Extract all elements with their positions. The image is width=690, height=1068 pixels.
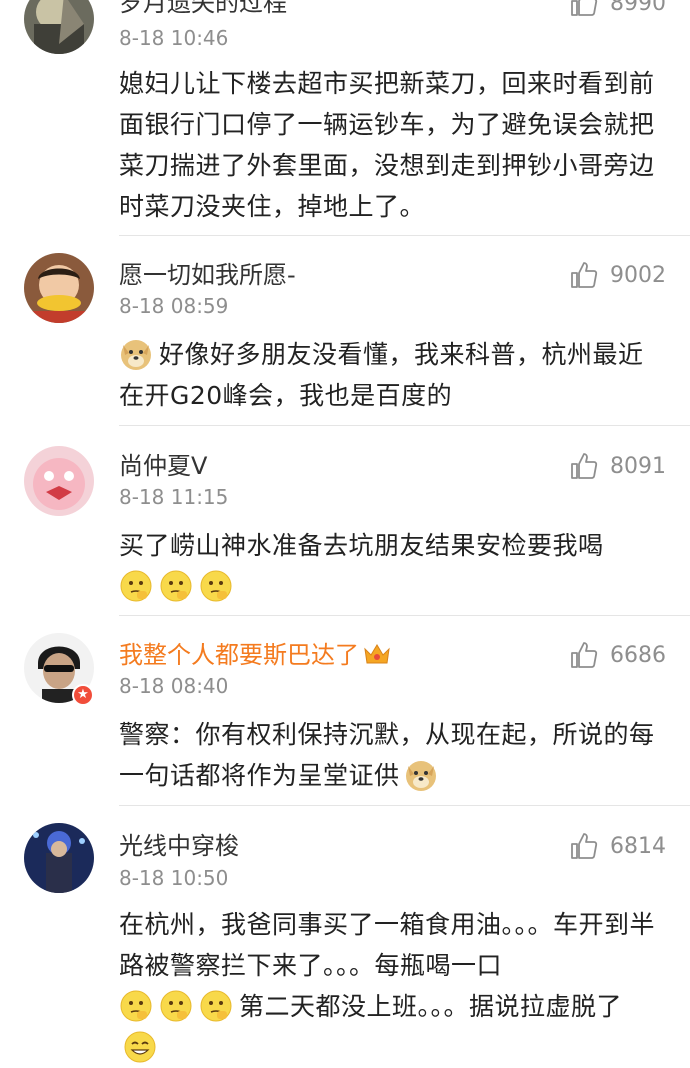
username[interactable]: 光线中穿梭 [119,831,239,861]
comment-item: ★ 我整个人都要斯巴达了 8-18 08:40 6686 警察：你有权利保持沉默… [0,616,690,806]
comment-item: 尚仲夏V 8-18 11:15 8091 买了崂山神水准备去坑朋友结果安检要我喝 [0,426,690,616]
comment-item: 愿一切如我所愿- 8-18 08:59 9002 好像好多朋友没看懂，我来科普，… [0,236,690,426]
timestamp: 8-18 10:50 [119,866,229,890]
comment-text-body-2: 第二天都没上班。。。据说拉虚脱了 [239,992,623,1021]
thinking-emoji [200,570,232,602]
comment-text: 好像好多朋友没看懂，我来科普，杭州最近在开G20峰会，我也是百度的 [119,334,664,416]
like-button[interactable]: 8990 [570,0,666,18]
avatar[interactable] [24,446,94,516]
thinking-emoji [120,990,152,1022]
thumbs-up-icon [571,262,598,288]
avatar[interactable] [24,823,94,893]
vip-badge: ★ [72,684,94,706]
username[interactable]: 尚仲夏V [119,451,207,481]
thinking-emoji [200,990,232,1022]
doge-emoji [405,761,436,791]
like-count: 6814 [610,833,666,859]
comment-text-body: 买了崂山神水准备去坑朋友结果安检要我喝 [119,531,604,560]
comment-item: 岁月遗失的过程 8-18 10:46 8990 媳妇儿让下楼去超市买把新菜刀，回… [0,0,690,236]
username[interactable]: 我整个人都要斯巴达了 [119,640,391,670]
avatar[interactable] [24,0,94,54]
like-count: 9002 [610,262,666,288]
thinking-emoji [160,990,192,1022]
comment-text: 警察：你有权利保持沉默，从现在起，所说的每一句话都将作为呈堂证供 [119,714,664,796]
grin-emoji [124,1031,156,1063]
like-count: 6686 [610,642,666,668]
like-button[interactable]: 9002 [570,260,666,290]
doge-emoji [121,340,151,370]
like-count: 8990 [610,0,666,16]
timestamp: 8-18 08:40 [119,674,229,698]
comment-text-body: 警察：你有权利保持沉默，从现在起，所说的每一句话都将作为呈堂证供 [119,720,655,790]
username-text: 我整个人都要斯巴达了 [119,641,359,669]
comment-text: 买了崂山神水准备去坑朋友结果安检要我喝 [119,525,664,607]
thumbs-up-icon [571,833,598,859]
like-button[interactable]: 6814 [570,831,666,861]
like-count: 8091 [610,453,666,479]
like-button[interactable]: 8091 [570,451,666,481]
timestamp: 8-18 08:59 [119,294,229,318]
thinking-emoji [160,570,192,602]
comment-text: 媳妇儿让下楼去超市买把新菜刀，回来时看到前面银行门口停了一辆运钞车，为了避免误会… [119,69,655,221]
thinking-emoji [120,570,152,602]
thumbs-up-icon [571,642,598,668]
like-button[interactable]: 6686 [570,640,666,670]
comment-text-body: 好像好多朋友没看懂，我来科普，杭州最近在开G20峰会，我也是百度的 [119,340,644,410]
thumbs-up-icon [571,453,598,479]
timestamp: 8-18 10:46 [119,26,229,50]
username[interactable]: 愿一切如我所愿- [119,260,296,290]
avatar[interactable] [24,253,94,323]
timestamp: 8-18 11:15 [119,485,229,509]
comment-text-body: 在杭州，我爸同事买了一箱食用油。。。车开到半路被警察拦下来了。。。每瓶喝一口 [119,910,656,980]
crown-icon [364,644,390,664]
comment-text: 在杭州，我爸同事买了一箱食用油。。。车开到半路被警察拦下来了。。。每瓶喝一口 第… [119,904,664,1068]
username[interactable]: 岁月遗失的过程 [119,0,287,18]
comment-item: 光线中穿梭 8-18 10:50 6814 在杭州，我爸同事买了一箱食用油。。。… [0,806,690,1063]
thumbs-up-icon [571,0,598,16]
